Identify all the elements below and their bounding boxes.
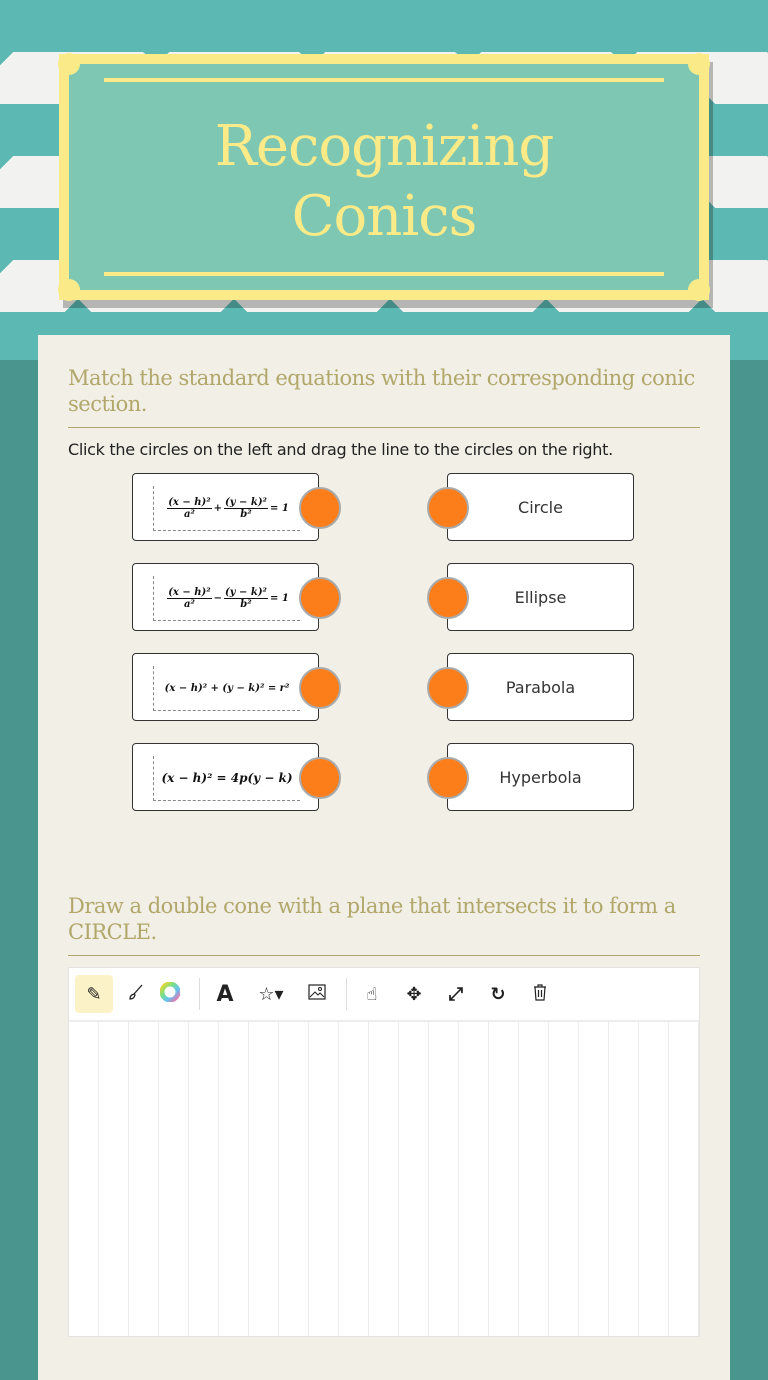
equation: (x − h)² = 4p(y − k) [153, 756, 300, 801]
matching-instruction: Click the circles on the left and drag t… [68, 440, 613, 459]
corner-ornament [688, 279, 710, 301]
denominator: b² [240, 598, 252, 610]
right-connector-dot-3[interactable] [427, 667, 469, 709]
hand-tool-button[interactable]: ☝ [353, 975, 391, 1013]
denominator: a² [183, 508, 195, 520]
left-connector-dot-2[interactable] [299, 577, 341, 619]
corner-ornament [58, 53, 80, 75]
answer-box-hyperbola: Hyperbola [447, 743, 634, 811]
brush-icon [127, 983, 145, 1006]
toolbar-separator [346, 978, 347, 1010]
move-tool-button[interactable]: ✥ [395, 975, 433, 1013]
left-connector-dot-1[interactable] [299, 487, 341, 529]
resize-icon: ⤢ [448, 983, 464, 1005]
matching-heading: Match the standard equations with their … [68, 366, 695, 416]
delete-button[interactable] [521, 975, 559, 1013]
answer-label: Parabola [505, 677, 576, 697]
brush-tool-button[interactable] [117, 975, 155, 1013]
drawing-canvas[interactable] [69, 1022, 699, 1336]
operator: − [213, 592, 223, 604]
right-connector-dot-1[interactable] [427, 487, 469, 529]
star-dropdown-icon: ☆▾ [258, 983, 284, 1005]
drawing-area: ✎ A ☆▾ ☝ ✥ ⤢ ↻ [68, 967, 700, 1337]
title-panel: Recognizing Conics [58, 53, 710, 301]
corner-ornament [688, 53, 710, 75]
operator: + [213, 502, 223, 514]
numerator: (y − k)² [224, 496, 268, 509]
answer-box-parabola: Parabola [447, 653, 634, 721]
numerator: (y − k)² [224, 586, 268, 599]
page-title: Recognizing Conics [69, 112, 699, 252]
equation: (x − h)² a² + (y − k)² b² = 1 [153, 486, 300, 531]
title-rule-bottom [104, 272, 664, 276]
denominator: a² [183, 598, 195, 610]
title-line-2: Conics [291, 184, 478, 249]
title-line-1: Recognizing [214, 114, 555, 179]
drawing-heading: Draw a double cone with a plane that int… [68, 894, 676, 944]
image-icon [308, 983, 326, 1005]
color-picker-button[interactable] [151, 975, 189, 1013]
heading-divider [68, 955, 700, 956]
hand-icon: ☝ [366, 983, 378, 1005]
text-icon: A [216, 981, 234, 1007]
equation-box-hyperbola-eq: (x − h)² a² − (y − k)² b² = 1 [132, 563, 319, 631]
right-connector-dot-4[interactable] [427, 757, 469, 799]
trash-icon [532, 983, 548, 1006]
answer-box-circle: Circle [447, 473, 634, 541]
left-connector-dot-3[interactable] [299, 667, 341, 709]
equation-box-parabola-eq: (x − h)² = 4p(y − k) [132, 743, 319, 811]
pencil-tool-button[interactable]: ✎ [75, 975, 113, 1013]
answer-label: Ellipse [514, 587, 567, 607]
text-tool-button[interactable]: A [206, 975, 244, 1013]
equation: (x − h)² a² − (y − k)² b² = 1 [153, 576, 300, 621]
title-card: Recognizing Conics [58, 53, 710, 301]
move-icon: ✥ [406, 983, 422, 1005]
toolbar-separator [199, 978, 200, 1010]
title-rule-top [104, 78, 664, 82]
equals-one: = 1 [269, 502, 289, 514]
heading-divider [68, 427, 700, 428]
answer-label: Hyperbola [499, 767, 582, 787]
equation-box-circle-eq: (x − h)² + (y − k)² = r² [132, 653, 319, 721]
drawing-toolbar: ✎ A ☆▾ ☝ ✥ ⤢ ↻ [69, 968, 699, 1022]
pencil-icon: ✎ [86, 983, 102, 1005]
answer-label: Circle [518, 497, 563, 517]
corner-ornament [58, 279, 80, 301]
worksheet-paper: Match the standard equations with their … [38, 335, 730, 1380]
redo-button[interactable]: ↻ [479, 975, 517, 1013]
equation-box-ellipse-eq: (x − h)² a² + (y − k)² b² = 1 [132, 473, 319, 541]
fullscreen-button[interactable]: ⤢ [437, 975, 475, 1013]
equation: (x − h)² + (y − k)² = r² [153, 666, 300, 711]
numerator: (x − h)² [167, 586, 212, 599]
color-wheel-icon [159, 981, 181, 1007]
shapes-tool-button[interactable]: ☆▾ [248, 975, 294, 1013]
equals-one: = 1 [269, 592, 289, 604]
left-connector-dot-4[interactable] [299, 757, 341, 799]
denominator: b² [240, 508, 252, 520]
right-connector-dot-2[interactable] [427, 577, 469, 619]
image-tool-button[interactable] [298, 975, 336, 1013]
numerator: (x − h)² [167, 496, 212, 509]
answer-box-ellipse: Ellipse [447, 563, 634, 631]
redo-icon: ↻ [490, 983, 506, 1005]
